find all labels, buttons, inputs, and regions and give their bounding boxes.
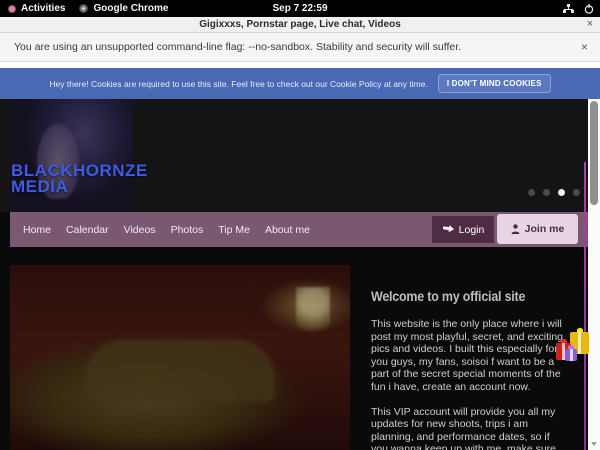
intro-text-column: Welcome to my official site This website…	[371, 289, 563, 450]
gnome-top-bar: Activities Google Chrome Sep 7 22:59	[0, 0, 600, 17]
scrollbar-thumb[interactable]	[590, 101, 598, 205]
nav-item-videos[interactable]: Videos	[124, 224, 156, 236]
join-me-button[interactable]: Join me	[497, 214, 578, 244]
scrollbar-down-arrow[interactable]	[591, 442, 597, 446]
gifts-widget[interactable]	[556, 328, 590, 364]
intro-paragraph-1: This website is the only place where i w…	[371, 318, 563, 394]
carousel-dot[interactable]	[528, 189, 535, 196]
power-icon[interactable]	[584, 4, 594, 14]
cookie-accept-button[interactable]: I DON'T MIND COOKIES	[438, 74, 551, 93]
nav-item-tip-me[interactable]: Tip Me	[218, 224, 250, 236]
main-content: Welcome to my official site This website…	[0, 247, 600, 450]
nav-item-calendar[interactable]: Calendar	[66, 224, 109, 236]
carousel-dot[interactable]	[573, 189, 580, 196]
browser-scrollbar[interactable]	[588, 99, 600, 450]
gift-icon	[565, 349, 577, 361]
sandbox-warning-text: You are using an unsupported command-lin…	[0, 41, 461, 53]
login-button[interactable]: Login	[432, 216, 494, 243]
nav-item-photos[interactable]: Photos	[171, 224, 204, 236]
logo-line-2: MEDIA	[11, 179, 148, 195]
cookie-message: Hey there! Cookies are required to use t…	[49, 79, 427, 89]
site-accent-border	[584, 162, 586, 450]
sandbox-warning-bar: You are using an unsupported command-lin…	[0, 33, 600, 62]
welcome-heading: Welcome to my official site	[371, 289, 548, 304]
network-icon[interactable]	[563, 4, 574, 14]
login-arrow-icon	[442, 225, 454, 234]
main-nav: Home Calendar Videos Photos Tip Me About…	[10, 212, 590, 247]
site-header: BLACKHORNZE MEDIA	[0, 99, 600, 212]
carousel-dot-active[interactable]	[558, 189, 565, 196]
nav-item-about-me[interactable]: About me	[265, 224, 310, 236]
join-me-label: Join me	[525, 223, 565, 235]
site-logo[interactable]: BLACKHORNZE MEDIA	[11, 163, 148, 195]
window-title: Gigixxxs, Pornstar page, Live chat, Vide…	[199, 19, 401, 30]
window-title-bar: Gigixxxs, Pornstar page, Live chat, Vide…	[0, 17, 600, 33]
carousel-dot[interactable]	[543, 189, 550, 196]
person-icon	[511, 224, 520, 234]
header-carousel-dots	[528, 189, 580, 196]
infobar-close-icon[interactable]: ×	[581, 40, 588, 54]
screen: Activities Google Chrome Sep 7 22:59 Gig…	[0, 0, 600, 450]
featured-photo	[10, 265, 350, 450]
clock[interactable]: Sep 7 22:59	[0, 3, 600, 14]
cookie-notice-bar: Hey there! Cookies are required to use t…	[0, 68, 600, 99]
nav-item-home[interactable]: Home	[23, 224, 51, 236]
window-close-icon[interactable]: ×	[587, 18, 593, 30]
login-label: Login	[459, 224, 485, 236]
intro-paragraph-2: This VIP account will provide you all my…	[371, 406, 563, 450]
